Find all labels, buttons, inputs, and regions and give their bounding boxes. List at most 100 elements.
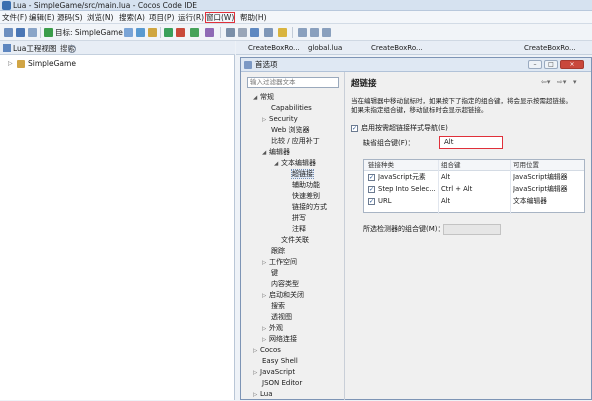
editor-tab[interactable]: CreateBoxRo...: [371, 43, 423, 54]
maximize-button[interactable]: □: [544, 60, 558, 69]
expand-arrow-icon[interactable]: ▷: [253, 346, 260, 357]
tree-item-general[interactable]: ◢ 常规: [253, 92, 274, 103]
tree-item-security[interactable]: ▷ Security: [262, 114, 298, 125]
back-icon[interactable]: [310, 28, 319, 37]
menu-chevron-down-icon[interactable]: ▾: [573, 78, 577, 86]
close-button[interactable]: ×: [560, 60, 584, 69]
tree-item-annotations[interactable]: 注释: [292, 224, 306, 235]
run-dropdown-icon[interactable]: [190, 28, 199, 37]
table-cell-kind[interactable]: URL: [378, 196, 438, 207]
tree-item-workspace[interactable]: ▷ 工作空间: [262, 257, 297, 268]
menu-help[interactable]: 帮助(H): [240, 12, 267, 23]
minimize-button[interactable]: –: [528, 60, 542, 69]
tree-item-accessibility[interactable]: 辅助功能: [292, 180, 320, 191]
row-checkbox[interactable]: ✓: [368, 198, 375, 205]
expand-arrow-icon[interactable]: ▷: [8, 60, 13, 67]
table-cell-modifier[interactable]: Alt: [441, 196, 509, 207]
new-icon[interactable]: [4, 28, 13, 37]
table-cell-modifier[interactable]: Ctrl + Alt: [441, 184, 509, 195]
tree-item-project[interactable]: SimpleGame: [28, 58, 76, 69]
expand-arrow-icon[interactable]: ▷: [262, 258, 269, 269]
hyperlink-detectors-table: 链接种类 组合键 可用位置 ✓ JavaScript元素 Alt JavaScr…: [363, 159, 585, 214]
table-cell-modifier[interactable]: Alt: [441, 172, 509, 183]
tree-item-cocos[interactable]: ▷ Cocos: [253, 345, 281, 356]
tree-item-javascript[interactable]: ▷ JavaScript: [253, 367, 295, 378]
filter-input[interactable]: [247, 77, 339, 88]
column-header-target[interactable]: 可用位置: [510, 160, 584, 171]
tree-item-capabilities[interactable]: Capabilities: [271, 103, 312, 114]
tab-lua-project-view[interactable]: Lua工程视图: [13, 43, 56, 54]
editor-tab[interactable]: global.lua: [308, 43, 342, 54]
target-selector[interactable]: 目标: SimpleGame: [55, 27, 123, 38]
table-cell-kind[interactable]: Step Into Selec...: [378, 184, 438, 195]
annotation-icon[interactable]: [278, 28, 287, 37]
menu-project[interactable]: 项目(P): [149, 12, 174, 23]
column-header-modifier[interactable]: 组合键: [438, 160, 510, 171]
tree-item-lua[interactable]: ▷ Lua: [253, 389, 273, 400]
tree-item-hyperlinking[interactable]: 超链接: [291, 169, 314, 180]
collapse-arrow-icon[interactable]: ◢: [253, 93, 260, 104]
tree-item-web-browser[interactable]: Web 浏览器: [271, 125, 310, 136]
default-modifier-field[interactable]: Alt: [439, 136, 503, 149]
tree-item-linked-mode[interactable]: 链接的方式: [292, 202, 327, 213]
menu-window[interactable]: 窗口(W): [205, 12, 236, 23]
table-cell-kind[interactable]: JavaScript元素: [378, 172, 438, 183]
tool-icon[interactable]: [205, 28, 214, 37]
editor-tab[interactable]: CreateBoxRo...: [248, 43, 300, 54]
tree-item-compare-patch[interactable]: 比较 / 应用补丁: [271, 136, 320, 147]
open-type-icon[interactable]: [264, 28, 273, 37]
debug-icon[interactable]: [164, 28, 173, 37]
package-icon[interactable]: [148, 28, 157, 37]
tree-item-search[interactable]: 搜索: [271, 301, 285, 312]
project-folder-icon: [17, 60, 25, 68]
refresh-icon[interactable]: [250, 28, 259, 37]
outline-icon[interactable]: [238, 28, 247, 37]
build-icon[interactable]: [124, 28, 133, 37]
collapse-arrow-icon[interactable]: ◢: [262, 148, 269, 159]
tree-item-quick-diff[interactable]: 快速差别: [292, 191, 320, 202]
tree-item-content-types[interactable]: 内容类型: [271, 279, 299, 290]
search-icon[interactable]: [226, 28, 235, 37]
expand-arrow-icon[interactable]: ▷: [253, 390, 260, 401]
enable-hyperlinks-checkbox[interactable]: ✓: [351, 125, 358, 132]
tree-item-appearance[interactable]: ▷ 外观: [262, 323, 283, 334]
menu-search[interactable]: 搜索(A): [119, 12, 145, 23]
tree-item-perspectives[interactable]: 透视图: [271, 312, 292, 323]
table-cell-target[interactable]: 文本编辑器: [513, 196, 585, 207]
pane-divider[interactable]: [344, 72, 345, 400]
menu-source[interactable]: 源码(S): [57, 12, 83, 23]
save-icon[interactable]: [16, 28, 25, 37]
tree-item-text-editors[interactable]: ◢ 文本编辑器: [274, 158, 316, 169]
deploy-icon[interactable]: [136, 28, 145, 37]
prev-edit-icon[interactable]: [298, 28, 307, 37]
row-checkbox[interactable]: ✓: [368, 186, 375, 193]
expand-arrow-icon[interactable]: ▷: [253, 368, 260, 379]
table-cell-target[interactable]: JavaScript编辑器: [513, 172, 585, 183]
tree-item-spelling[interactable]: 拼写: [292, 213, 306, 224]
editor-tab[interactable]: CreateBoxRo...: [524, 43, 576, 54]
expand-arrow-icon[interactable]: ▷: [262, 115, 269, 126]
menu-edit[interactable]: 编辑(E): [29, 12, 55, 23]
stop-icon[interactable]: [176, 28, 185, 37]
tree-item-easy-shell[interactable]: Easy Shell: [262, 356, 298, 367]
tree-item-keys[interactable]: 键: [271, 268, 278, 279]
save-all-icon[interactable]: [28, 28, 37, 37]
run-icon[interactable]: [44, 28, 53, 37]
back-icon[interactable]: ⇦▾: [541, 78, 550, 86]
forward-icon[interactable]: ⇨▾: [557, 78, 566, 86]
row-checkbox[interactable]: ✓: [368, 174, 375, 181]
column-header-kind[interactable]: 链接种类: [364, 160, 438, 171]
tree-item-tracing[interactable]: 跟踪: [271, 246, 285, 257]
tree-item-json-editor[interactable]: JSON Editor: [262, 378, 302, 389]
menu-navigate[interactable]: 浏览(N): [87, 12, 113, 23]
expand-arrow-icon[interactable]: ▷: [262, 291, 269, 302]
tree-item-startup-shutdown[interactable]: ▷ 启动和关闭: [262, 290, 304, 301]
tree-item-editors[interactable]: ◢ 编辑器: [262, 147, 290, 158]
tree-item-file-associations[interactable]: 文件关联: [281, 235, 309, 246]
tree-item-network-connections[interactable]: ▷ 网络连接: [262, 334, 297, 345]
collapse-arrow-icon[interactable]: ◢: [274, 159, 281, 170]
menu-file[interactable]: 文件(F): [2, 12, 27, 23]
table-cell-target[interactable]: JavaScript编辑器: [513, 184, 585, 195]
menu-run[interactable]: 运行(R): [178, 12, 204, 23]
forward-icon[interactable]: [322, 28, 331, 37]
